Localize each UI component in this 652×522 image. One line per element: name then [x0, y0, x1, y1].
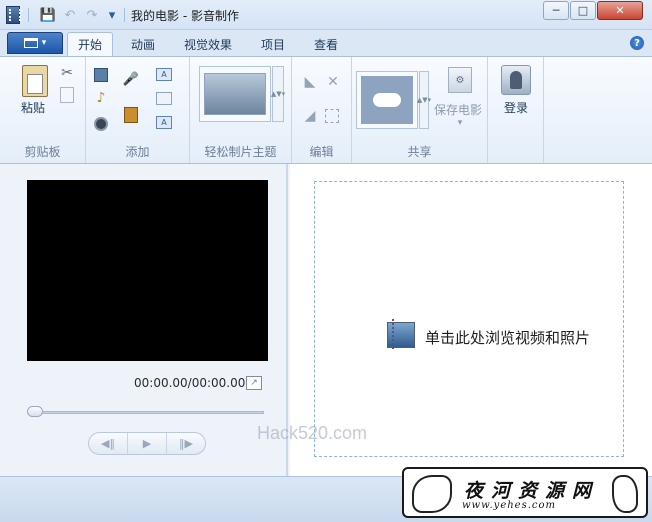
app-menu-icon: [23, 38, 38, 48]
close-button[interactable]: ✕: [597, 1, 643, 20]
site-logo-overlay: 夜河资源网 www.yehes.com: [402, 467, 648, 518]
fullscreen-icon[interactable]: ↗: [246, 376, 262, 390]
next-frame-button[interactable]: ‖▶: [167, 433, 205, 454]
playback-controls: ◀‖ ▶ ‖▶: [88, 432, 206, 455]
movie-maker-app-icon[interactable]: [6, 6, 21, 24]
copy-icon[interactable]: [60, 87, 74, 103]
rotate-left-icon[interactable]: ◣: [302, 74, 318, 90]
video-preview[interactable]: [27, 180, 268, 361]
caption-icon[interactable]: [156, 92, 172, 105]
clipboard-group-label: 剪贴板: [24, 145, 61, 159]
automovie-themes-group: ▲▼▾ 轻松制片主题: [190, 57, 292, 163]
tab-animations[interactable]: 动画: [121, 32, 165, 56]
maximize-button[interactable]: □: [570, 1, 596, 20]
seek-handle[interactable]: [27, 406, 43, 417]
qat-separator: [28, 8, 29, 22]
playback-time: 00:00.00/00:00.00: [134, 376, 246, 390]
narration-microphone-icon[interactable]: 🎤: [122, 71, 140, 87]
logo-ornament-right: [612, 475, 638, 513]
share-gallery-scroll[interactable]: ▲▼▾: [417, 71, 431, 129]
logo-ornament-left: [412, 475, 452, 513]
title-icon[interactable]: A: [156, 68, 172, 81]
credits-icon[interactable]: A: [156, 116, 172, 129]
tab-view[interactable]: 查看: [304, 32, 348, 56]
cut-icon[interactable]: ✂: [60, 65, 74, 81]
sign-in-avatar-icon[interactable]: [501, 65, 531, 95]
paste-button-label[interactable]: 粘贴: [21, 99, 45, 116]
tab-visual-effects[interactable]: 视觉效果: [174, 32, 242, 56]
save-movie-dropdown-icon[interactable]: ▾: [455, 118, 465, 128]
browse-media-prompt[interactable]: 单击此处浏览视频和照片: [425, 327, 590, 348]
logo-title: 夜河资源网: [464, 480, 600, 502]
play-button[interactable]: ▶: [128, 433, 167, 454]
tab-home[interactable]: 开始: [67, 32, 114, 56]
share-group: ▲▼▾ ⚙ 保存电影 ▾ 共享: [352, 57, 488, 163]
tab-project[interactable]: 项目: [251, 32, 295, 56]
share-gallery[interactable]: [356, 71, 418, 129]
clipboard-group: 粘贴 ✂ 剪贴板: [0, 57, 86, 163]
sign-in-button-label[interactable]: 登录: [504, 99, 528, 116]
customize-qat-icon[interactable]: ▾: [104, 7, 120, 23]
add-media-dropzone[interactable]: 单击此处浏览视频和照片: [314, 181, 624, 457]
ribbon: 粘贴 ✂ 剪贴板 ♪ 🎤 A A 添加 ▲▼▾ 轻松制片主题 ◣ ✕ ◢ 编辑: [0, 56, 652, 164]
save-movie-label[interactable]: 保存电影: [434, 101, 482, 118]
landscape-icon: [204, 73, 266, 115]
ribbon-tab-row: ▾ 开始 动画 视觉效果 项目 查看 ?: [0, 30, 652, 56]
preview-pane: 00:00.00/00:00.00 ↗ ◀‖ ▶ ‖▶: [0, 164, 288, 476]
edit-group: ◣ ✕ ◢ 编辑: [292, 57, 352, 163]
save-icon[interactable]: 💾: [40, 7, 56, 23]
film-photo-icon: [387, 319, 415, 349]
watermark-text: Hack520.com: [257, 423, 368, 443]
webcam-video-icon[interactable]: [94, 117, 108, 131]
signin-group: 登录: [488, 57, 544, 163]
edit-group-label: 编辑: [309, 145, 334, 159]
rotate-right-icon[interactable]: ◢: [302, 108, 318, 124]
undo-icon[interactable]: ↶: [62, 7, 78, 23]
qat-separator: [124, 8, 125, 22]
cloud-share-icon: [361, 76, 413, 124]
add-group: ♪ 🎤 A A 添加: [86, 57, 190, 163]
app-menu-button[interactable]: ▾: [7, 32, 63, 54]
dropdown-arrow-icon: ▾: [41, 38, 47, 48]
save-movie-icon[interactable]: ⚙: [448, 67, 472, 93]
logo-url: www.yehes.com: [462, 500, 557, 511]
add-group-label: 添加: [125, 145, 150, 159]
automovie-theme-thumbnail[interactable]: [199, 66, 271, 122]
seek-bar[interactable]: [30, 411, 264, 414]
automovie-themes-group-label: 轻松制片主题: [204, 145, 277, 159]
add-music-icon[interactable]: ♪: [94, 90, 108, 106]
redo-icon[interactable]: ↷: [84, 7, 100, 23]
select-all-icon[interactable]: [325, 109, 339, 123]
window-title: 我的电影 - 影音制作: [131, 9, 239, 23]
previous-frame-button[interactable]: ◀‖: [89, 433, 128, 454]
add-videos-photos-icon[interactable]: [94, 68, 108, 82]
title-bar: 💾 ↶ ↷ ▾ 我的电影 - 影音制作 ─ □ ✕: [0, 0, 652, 30]
help-icon[interactable]: ?: [630, 36, 644, 50]
minimize-button[interactable]: ─: [543, 1, 569, 20]
snapshot-icon[interactable]: [124, 107, 138, 123]
remove-icon[interactable]: ✕: [325, 74, 341, 90]
theme-gallery-scroll[interactable]: ▲▼▾: [271, 66, 285, 122]
paste-icon[interactable]: [22, 65, 48, 97]
share-group-label: 共享: [407, 145, 432, 159]
